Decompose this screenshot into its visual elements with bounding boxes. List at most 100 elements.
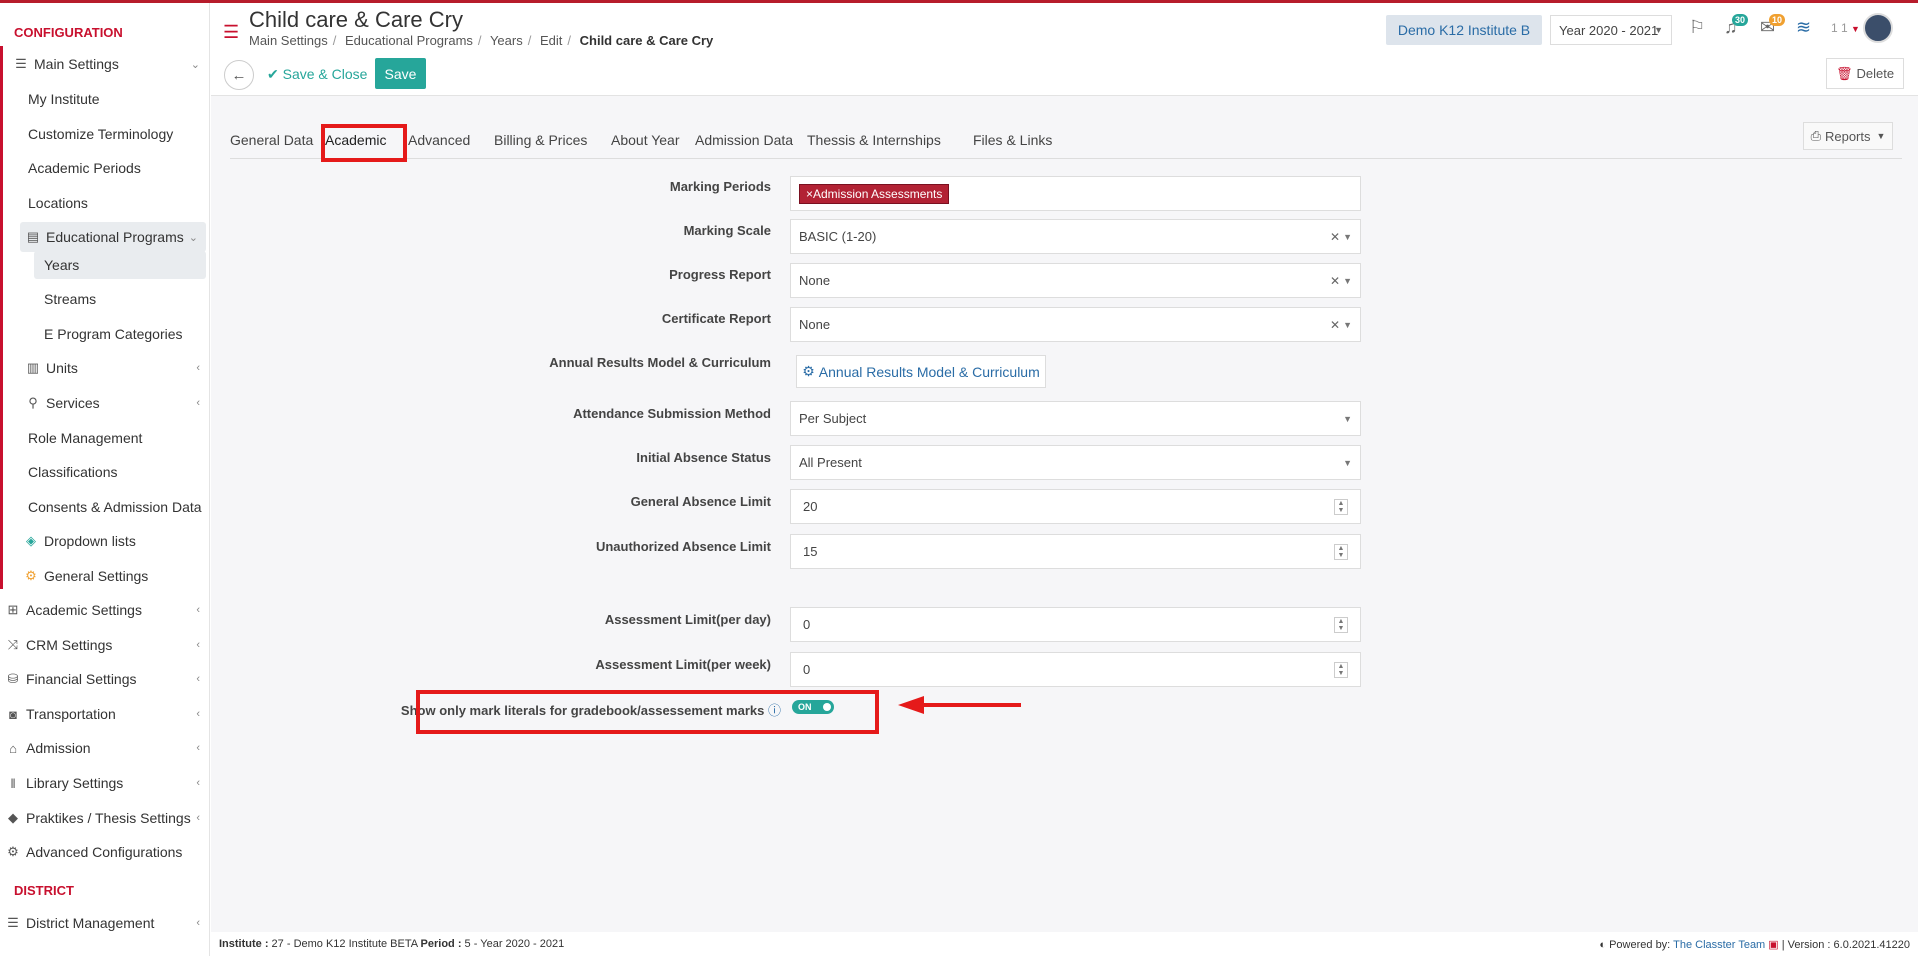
certificate-report-select[interactable]: None ✕ ▼ bbox=[790, 307, 1361, 342]
spinner-icon[interactable]: ▲ ▼ bbox=[1334, 544, 1348, 560]
breadcrumb-current: Child care & Care Cry bbox=[579, 33, 714, 48]
sidebar-item-label: Academic Settings bbox=[26, 602, 142, 618]
footer-info: Institute : 27 - Demo K12 Institute BETA… bbox=[219, 938, 564, 950]
tab-billing-prices[interactable]: Billing & Prices bbox=[494, 132, 587, 148]
clear-icon[interactable]: ✕ bbox=[1330, 274, 1340, 288]
chevron-left-icon: ‹ bbox=[196, 362, 200, 374]
marking-period-tag[interactable]: ×Admission Assessments bbox=[799, 183, 950, 204]
flag-icon[interactable]: ⚐ bbox=[1689, 17, 1705, 38]
sidebar-item-crm-settings[interactable]: ⤨ CRM Settings ‹ bbox=[0, 630, 208, 660]
delete-button[interactable]: 🗑 Delete bbox=[1826, 58, 1904, 89]
breadcrumb-item[interactable]: Years bbox=[490, 33, 523, 48]
initial-absence-select[interactable]: All Present ▼ bbox=[790, 445, 1361, 480]
sidebar-item-academic-settings[interactable]: ⊞ Academic Settings ‹ bbox=[0, 595, 208, 625]
sidebar-item-admission[interactable]: ⌂ Admission ‹ bbox=[0, 733, 208, 763]
sidebar-item-financial-settings[interactable]: ⛁ Financial Settings ‹ bbox=[0, 664, 208, 694]
tab-admission-data[interactable]: Admission Data bbox=[695, 132, 793, 148]
main-content: General Data Academic Advanced Billing &… bbox=[211, 96, 1918, 932]
sidebar-item-main-settings[interactable]: ☰ Main Settings ⌄ bbox=[0, 49, 208, 79]
sidebar-item-general-settings[interactable]: ⚙ General Settings bbox=[0, 561, 208, 591]
label-marking-periods: Marking Periods bbox=[669, 179, 771, 194]
header: ☰ Child care & Care Cry Main Settings / E… bbox=[211, 3, 1918, 57]
footer: Institute : 27 - Demo K12 Institute BETA… bbox=[211, 932, 1918, 956]
reports-button[interactable]: ⎙ Reports ▼ bbox=[1803, 122, 1893, 150]
chevron-left-icon: ‹ bbox=[196, 742, 200, 754]
sidebar-item-academic-periods[interactable]: Academic Periods bbox=[0, 153, 208, 183]
spinner-icon[interactable]: ▲ ▼ bbox=[1334, 617, 1348, 633]
coins-icon: ⛁ bbox=[7, 671, 19, 686]
sidebar-item-my-institute[interactable]: My Institute bbox=[0, 84, 208, 114]
sidebar-item-dropdown-lists[interactable]: ◈ Dropdown lists bbox=[0, 526, 208, 556]
caret-down-icon: ▼ bbox=[1343, 457, 1352, 468]
sidebar-item-streams[interactable]: Streams bbox=[0, 284, 208, 314]
shuffle-icon: ⤨ bbox=[7, 637, 19, 652]
clear-icon[interactable]: ✕ bbox=[1330, 230, 1340, 244]
tab-advanced[interactable]: Advanced bbox=[408, 132, 470, 148]
sidebar-item-district-management[interactable]: ☰ District Management ‹ bbox=[0, 908, 208, 938]
unauth-absence-input[interactable]: 15 ▲ ▼ bbox=[790, 534, 1361, 569]
sidebar-item-role-management[interactable]: Role Management bbox=[0, 423, 208, 453]
sidebar-item-library-settings[interactable]: ‖ Library Settings ‹ bbox=[0, 768, 208, 798]
back-button[interactable]: ← bbox=[224, 60, 254, 90]
arrow-left-icon: ← bbox=[231, 66, 247, 84]
sidebar-item-classifications[interactable]: Classifications bbox=[0, 457, 208, 487]
print-icon: ⎙ bbox=[1810, 128, 1821, 143]
attendance-method-select[interactable]: Per Subject ▼ bbox=[790, 401, 1361, 436]
sidebar-item-consents-admission-data[interactable]: Consents & Admission Data bbox=[0, 492, 208, 522]
spinner-icon[interactable]: ▲ ▼ bbox=[1334, 662, 1348, 678]
sidebar-item-educational-programs[interactable]: ▤ Educational Programs ⌄ bbox=[20, 222, 206, 252]
sidebar-item-praktikes-thesis-settings[interactable]: ◆ Praktikes / Thesis Settings ‹ bbox=[0, 803, 208, 833]
caret-down-icon: ▼ bbox=[1343, 319, 1352, 330]
marking-periods-input[interactable]: ×Admission Assessments bbox=[790, 176, 1361, 211]
sidebar-item-transportation[interactable]: ◙ Transportation ‹ bbox=[0, 699, 208, 729]
marking-scale-select[interactable]: BASIC (1-20) ✕ ▼ bbox=[790, 219, 1361, 254]
assess-day-input[interactable]: 0 ▲ ▼ bbox=[790, 607, 1361, 642]
tab-general-data[interactable]: General Data bbox=[230, 132, 313, 148]
general-absence-input[interactable]: 20 ▲ ▼ bbox=[790, 489, 1361, 524]
tab-thessis-internships[interactable]: Thessis & Internships bbox=[807, 132, 941, 148]
sidebar-item-years[interactable]: Years bbox=[34, 251, 206, 279]
sidebar-item-label: Services bbox=[46, 395, 100, 411]
sidebar-section-district: DISTRICT bbox=[14, 883, 74, 898]
user-label[interactable]: 1 1 ▼ bbox=[1831, 21, 1860, 35]
sliders-icon: ☰ bbox=[15, 56, 27, 71]
chevron-left-icon: ‹ bbox=[196, 812, 200, 824]
institute-button[interactable]: Demo K12 Institute B bbox=[1386, 15, 1542, 45]
footer-institute-value: 27 - Demo K12 Institute BETA bbox=[268, 938, 421, 950]
spinner-icon[interactable]: ▲ ▼ bbox=[1334, 499, 1348, 515]
caret-down-icon: ▼ bbox=[1343, 275, 1352, 286]
footer-team-link[interactable]: The Classter Team bbox=[1673, 939, 1765, 951]
save-close-label: Save & Close bbox=[282, 66, 368, 82]
label-certificate-report: Certificate Report bbox=[661, 311, 771, 326]
footer-version: | Version : 6.0.2021.41220 bbox=[1781, 939, 1910, 951]
sidebar-item-services[interactable]: ⚲ Services ‹ bbox=[0, 388, 208, 418]
label-initial-absence: Initial Absence Status bbox=[636, 450, 771, 465]
general-absence-value: 20 bbox=[803, 499, 818, 514]
clear-icon[interactable]: ✕ bbox=[1330, 318, 1340, 332]
sidebar-item-e-program-categories[interactable]: E Program Categories bbox=[0, 319, 208, 349]
sidebar-item-locations[interactable]: Locations bbox=[0, 188, 208, 218]
avatar[interactable] bbox=[1863, 13, 1893, 43]
breadcrumb-item[interactable]: Edit bbox=[540, 33, 562, 48]
trash-icon: 🗑 bbox=[1835, 65, 1853, 81]
stack-icon[interactable]: ≋ bbox=[1796, 17, 1811, 38]
save-button[interactable]: Save bbox=[375, 58, 426, 89]
certificate-report-value: None bbox=[799, 317, 831, 332]
breadcrumb-item[interactable]: Main Settings bbox=[249, 33, 328, 48]
breadcrumb-item[interactable]: Educational Programs bbox=[345, 33, 473, 48]
tab-about-year[interactable]: About Year bbox=[611, 132, 680, 148]
sidebar-item-label: Years bbox=[44, 257, 80, 273]
save-close-button[interactable]: ✔ Save & Close bbox=[267, 66, 367, 83]
hamburger-icon[interactable]: ☰ bbox=[223, 22, 239, 43]
progress-report-select[interactable]: None ✕ ▼ bbox=[790, 263, 1361, 298]
sidebar-section-configuration: CONFIGURATION bbox=[14, 25, 123, 40]
year-select-value: Year 2020 - 2021 bbox=[1559, 22, 1659, 38]
sidebar-item-customize-terminology[interactable]: Customize Terminology bbox=[0, 119, 208, 149]
label-assess-week: Assessment Limit(per week) bbox=[595, 657, 771, 672]
year-select[interactable]: Year 2020 - 2021 ▼ bbox=[1550, 15, 1672, 45]
annual-results-button[interactable]: ⚙ Annual Results Model & Curriculum bbox=[796, 355, 1046, 388]
assess-week-input[interactable]: 0 ▲ ▼ bbox=[790, 652, 1361, 687]
sidebar-item-advanced-configurations[interactable]: ⚙ Advanced Configurations bbox=[0, 837, 208, 867]
sidebar-item-units[interactable]: ▥ Units ‹ bbox=[0, 353, 208, 383]
tab-files-links[interactable]: Files & Links bbox=[973, 132, 1052, 148]
